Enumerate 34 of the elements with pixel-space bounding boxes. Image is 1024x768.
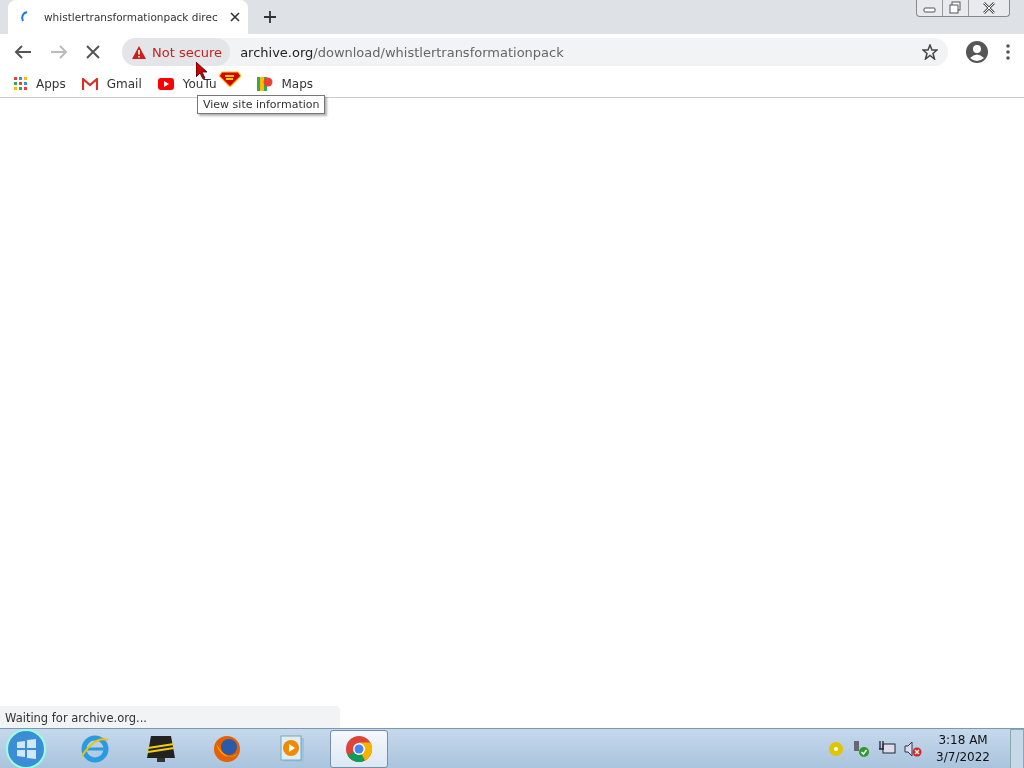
bookmark[interactable]: Maps xyxy=(256,76,314,91)
grid-icon xyxy=(14,77,27,90)
menu-icon[interactable] xyxy=(1006,44,1010,60)
play-icon xyxy=(157,77,174,90)
mouse-pointer-icon xyxy=(196,62,208,80)
url-text: archive.org/download/whistlertransformationpack xyxy=(240,44,564,60)
start-button[interactable] xyxy=(6,728,46,768)
muted-speaker-icon xyxy=(904,740,923,757)
disc-icon xyxy=(828,740,845,757)
stop-icon[interactable] xyxy=(86,45,100,59)
security-chip[interactable]: Not secure xyxy=(122,38,231,66)
clock[interactable]: 3:18 AM 3/7/2022 xyxy=(936,731,990,766)
status-bubble: Waiting for archive.org... xyxy=(0,706,340,728)
warning-icon xyxy=(132,45,146,59)
bookmark[interactable]: Gmail xyxy=(81,76,142,91)
network-icon xyxy=(878,740,897,757)
shield-cursor-icon xyxy=(218,70,241,87)
new-tab-icon[interactable] xyxy=(264,11,276,23)
star-icon[interactable] xyxy=(922,44,938,60)
browser-tab[interactable]: whistlertransformationpack direc xyxy=(8,0,248,34)
monitor-icon xyxy=(145,733,177,764)
tooltip: View site information xyxy=(197,95,326,114)
chrome-icon xyxy=(344,733,374,764)
bookmark[interactable]: YouTu xyxy=(157,76,217,91)
tab-title: whistlertransformationpack direc xyxy=(44,11,219,23)
bookmark[interactable]: Apps xyxy=(14,76,66,91)
address-bar[interactable]: Not secure archive.org/download/whistlertransformationpack xyxy=(122,38,948,66)
account-icon[interactable] xyxy=(966,41,988,63)
letter-e-icon xyxy=(80,733,110,764)
back-icon[interactable] xyxy=(14,44,32,60)
mail-icon xyxy=(81,77,98,90)
fox-globe-icon xyxy=(212,733,242,764)
map-pin-icon xyxy=(256,76,273,91)
close-icon[interactable] xyxy=(230,12,240,22)
